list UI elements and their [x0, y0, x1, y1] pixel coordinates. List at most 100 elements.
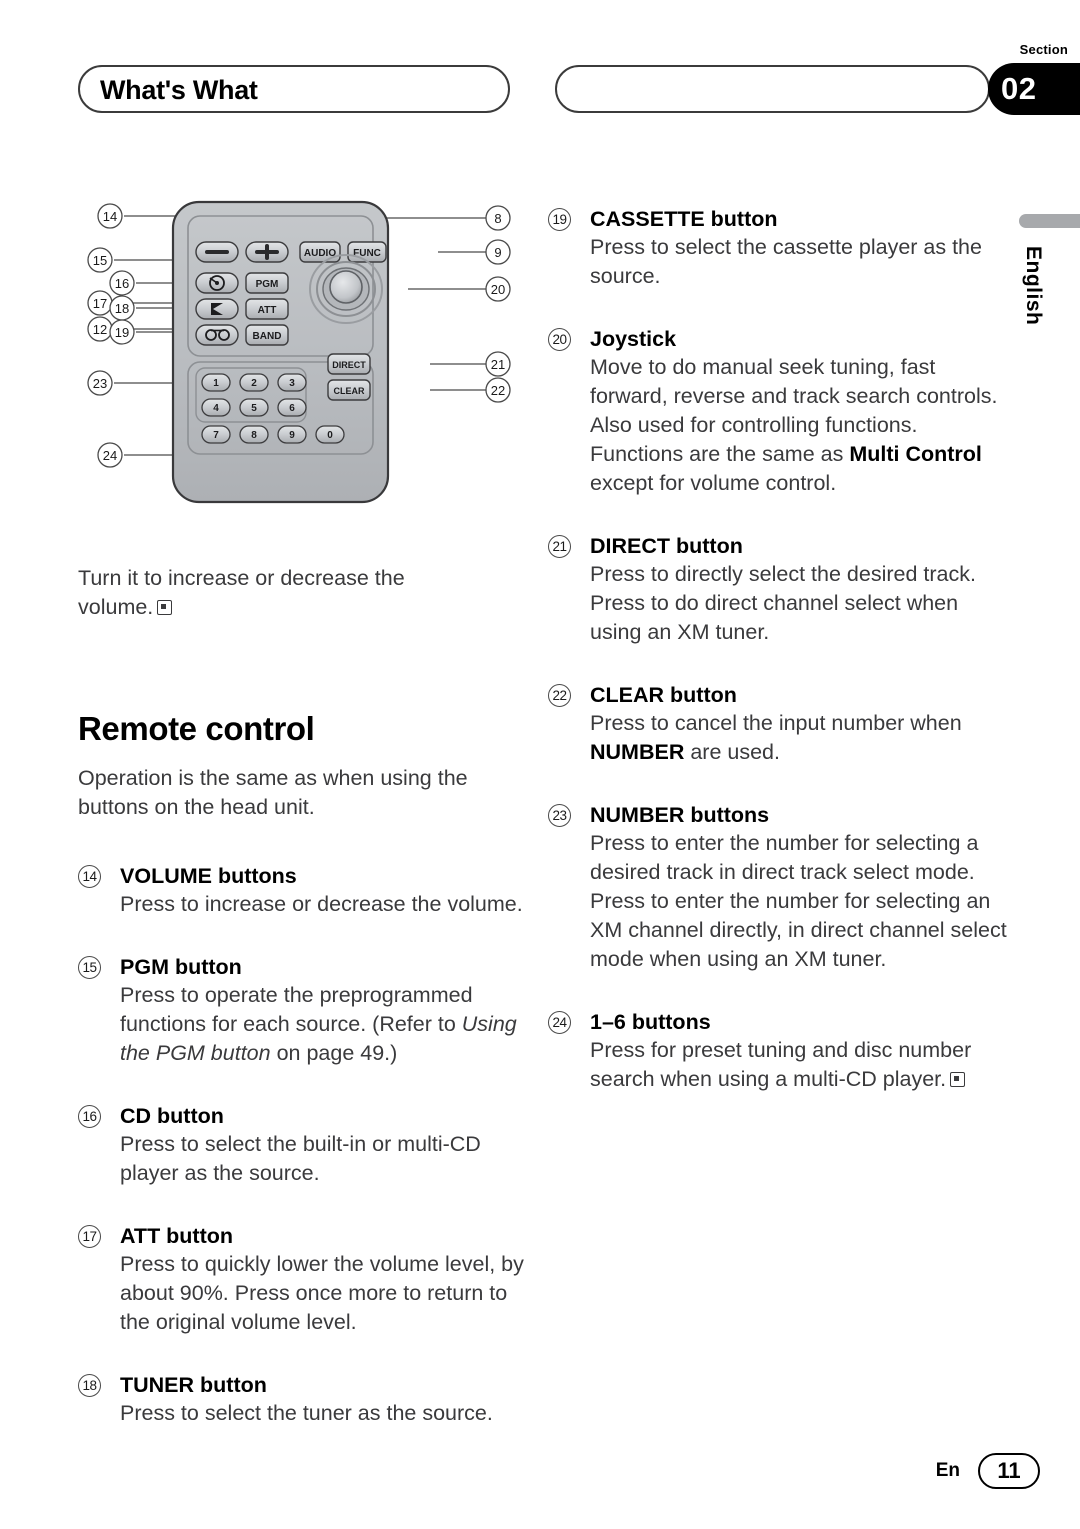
svg-text:18: 18: [115, 301, 129, 316]
svg-text:7: 7: [213, 430, 219, 441]
svg-text:BAND: BAND: [253, 331, 282, 342]
entry-15: 15 PGM button Press to operate the preprog…: [78, 953, 528, 1068]
entry-title-18: 18 TUNER button: [78, 1371, 528, 1399]
entry-title-text: PGM button: [120, 955, 242, 979]
svg-text:2: 2: [251, 378, 257, 389]
page-title: What's What: [100, 75, 258, 105]
svg-text:6: 6: [289, 403, 295, 414]
svg-text:12: 12: [93, 322, 107, 337]
entry-body-18: Press to select the tuner as the source.: [120, 1401, 493, 1425]
entry-number-badge: 14: [78, 865, 101, 888]
entry-number-badge: 18: [78, 1374, 101, 1397]
entry-number-badge: 24: [548, 1011, 571, 1034]
right-column: 19 CASSETTE button Press to select the cas…: [548, 205, 1008, 1094]
entry-body-21: Press to directly select the desired tra…: [590, 562, 976, 644]
entry-23: 23 NUMBER buttons Press to enter the numbe…: [548, 801, 1008, 974]
entry-22: 22 CLEAR button Press to cancel the input …: [548, 681, 1008, 767]
entry-body-23: Press to enter the number for selecting …: [590, 831, 1007, 971]
title-pill-right: [555, 65, 990, 113]
footer-language-code: En: [935, 1460, 960, 1481]
end-marker-icon: [950, 1072, 966, 1087]
entry-body-16: Press to select the built-in or multi-CD…: [120, 1132, 481, 1185]
footer-page-number: 11: [978, 1453, 1040, 1489]
entry-body-19: Press to select the cassette player as t…: [590, 235, 982, 288]
svg-text:PGM: PGM: [256, 279, 279, 290]
entry-title-text: VOLUME buttons: [120, 864, 297, 888]
entry-body-14: Press to increase or decrease the volume…: [120, 892, 523, 916]
entry-body-15: Press to operate the preprogrammed funct…: [120, 983, 517, 1065]
entry-number-badge: 22: [548, 684, 571, 707]
entry-title-21: 21 DIRECT button: [548, 532, 1008, 560]
entry-number-badge: 15: [78, 956, 101, 979]
entry-title-20: 20 Joystick: [548, 325, 1008, 353]
volume-intro-line-1: Turn it to increase or decrease the: [78, 566, 405, 590]
entry-number-badge: 16: [78, 1105, 101, 1128]
entry-title-text: Joystick: [590, 327, 677, 351]
entry-body-20: Move to do manual seek tuning, fast forw…: [590, 355, 998, 495]
entry-19: 19 CASSETTE button Press to select the cas…: [548, 205, 1008, 291]
entry-body-17: Press to quickly lower the volume level,…: [120, 1252, 524, 1334]
svg-text:0: 0: [327, 430, 333, 441]
svg-text:8: 8: [494, 211, 501, 226]
section-label: Section: [1019, 42, 1068, 57]
entry-title-text: DIRECT button: [590, 534, 743, 558]
svg-text:8: 8: [251, 430, 257, 441]
end-marker-icon: [157, 600, 173, 615]
remote-control-heading: Remote control: [78, 710, 315, 747]
entry-16: 16 CD button Press to select the built-in …: [78, 1102, 528, 1188]
entry-17: 17 ATT button Press to quickly lower the v…: [78, 1222, 528, 1337]
language-tab-bar: [1019, 214, 1080, 228]
entry-title-text: CLEAR button: [590, 683, 737, 707]
svg-text:5: 5: [251, 403, 257, 414]
entry-title-text: NUMBER buttons: [590, 803, 770, 827]
entry-title-17: 17 ATT button: [78, 1222, 528, 1250]
entry-14: 14 VOLUME buttons Press to increase or dec…: [78, 862, 528, 919]
svg-text:22: 22: [491, 383, 505, 398]
svg-text:3: 3: [289, 378, 295, 389]
entry-title-text: TUNER button: [120, 1373, 267, 1397]
entry-21: 21 DIRECT button Press to directly select …: [548, 532, 1008, 647]
entry-number-badge: 21: [548, 535, 571, 558]
page-footer: En 11: [936, 1453, 1040, 1489]
svg-text:17: 17: [93, 296, 107, 311]
entry-body-22: Press to cancel the input number when NU…: [590, 711, 962, 764]
section-number-badge: 02: [988, 63, 1080, 115]
svg-text:4: 4: [213, 403, 219, 414]
right-entry-list: 19 CASSETTE button Press to select the cas…: [548, 205, 1008, 1094]
svg-text:19: 19: [115, 325, 129, 340]
entry-title-text: CASSETTE button: [590, 207, 778, 231]
volume-intro-line-2: volume.: [78, 595, 154, 619]
entry-number-badge: 17: [78, 1225, 101, 1248]
svg-text:16: 16: [115, 276, 129, 291]
entry-body-24: Press for preset tuning and disc number …: [590, 1038, 972, 1091]
entry-title-15: 15 PGM button: [78, 953, 528, 981]
svg-text:23: 23: [93, 376, 107, 391]
svg-text:9: 9: [289, 430, 295, 441]
svg-text:14: 14: [103, 209, 117, 224]
left-entry-list: 14 VOLUME buttons Press to increase or dec…: [78, 862, 528, 1428]
entry-title-text: ATT button: [120, 1224, 234, 1248]
entry-title-14: 14 VOLUME buttons: [78, 862, 528, 890]
volume-intro-paragraph: Turn it to increase or decrease the volu…: [78, 564, 528, 622]
svg-text:ATT: ATT: [258, 305, 277, 316]
svg-text:1: 1: [213, 378, 219, 389]
entry-number-badge: 20: [548, 328, 571, 351]
entry-number-badge: 23: [548, 804, 571, 827]
left-column: AUDIO FUNC PGM ATT BAND DIRECT CLEAR 1 2…: [78, 190, 528, 1428]
remote-control-diagram: AUDIO FUNC PGM ATT BAND DIRECT CLEAR 1 2…: [78, 190, 528, 530]
page-header: What's What Section 02: [0, 0, 1080, 130]
language-tab-label: English: [1022, 246, 1045, 326]
entry-title-24: 24 1–6 buttons: [548, 1008, 1008, 1036]
entry-title-22: 22 CLEAR button: [548, 681, 1008, 709]
entry-number-badge: 19: [548, 208, 571, 231]
svg-text:DIRECT: DIRECT: [332, 360, 366, 370]
entry-title-23: 23 NUMBER buttons: [548, 801, 1008, 829]
entry-title-16: 16 CD button: [78, 1102, 528, 1130]
entry-18: 18 TUNER button Press to select the tuner …: [78, 1371, 528, 1428]
entry-title-text: 1–6 buttons: [590, 1010, 711, 1034]
svg-text:24: 24: [103, 448, 117, 463]
entry-24: 24 1–6 buttons Press for preset tuning and…: [548, 1008, 1008, 1094]
svg-text:21: 21: [491, 357, 505, 372]
svg-text:CLEAR: CLEAR: [334, 386, 365, 396]
entry-title-text: CD button: [120, 1104, 224, 1128]
